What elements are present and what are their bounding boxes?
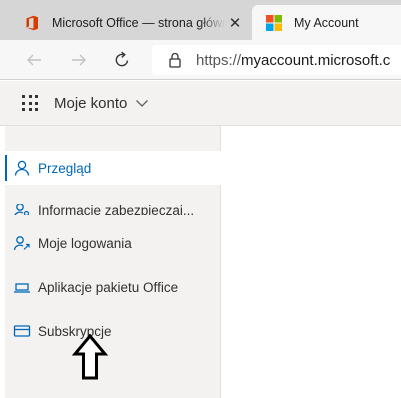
person-icon [13,159,31,177]
url-host: myaccount.microsoft.c [241,51,391,69]
sidebar-item-office-apps[interactable]: Aplikacje pakietu Office [5,270,221,304]
microsoft-logo-icon [266,14,282,31]
tab-my-account[interactable]: My Account [252,5,401,40]
annotation-arrow-icon [70,333,110,381]
back-arrow-icon[interactable] [22,48,46,72]
app-launcher-icon[interactable] [22,95,38,111]
sidebar-item-security-clip: Informacje zabezpieczaj... [5,204,221,215]
person-sign-in-icon [13,234,31,252]
sidebar-item-my-sign-ins[interactable]: Moje logowania [5,226,221,260]
tab-microsoft-office[interactable]: Microsoft Office — strona główna ✕ [10,5,249,40]
sidebar-item-label: Przegląd [38,160,92,176]
refresh-icon[interactable] [110,48,134,72]
tab-close-icon[interactable]: ✕ [225,14,245,32]
browser-tab-strip: Microsoft Office — strona główna ✕ My Ac… [0,0,401,40]
tab-title: My Account [294,15,359,30]
app-title[interactable]: Moje konto [54,95,127,112]
forward-arrow-icon[interactable] [67,48,91,72]
person-key-icon [13,204,31,215]
browser-toolbar: https://myaccount.microsoft.c [0,40,401,80]
lock-icon [166,51,184,69]
tab-title: Microsoft Office — strona główna [52,15,225,30]
sidebar-item-security[interactable]: Informacje zabezpieczaj... [5,204,221,215]
sidebar-item-label: Informacje zabezpieczaj... [38,204,195,215]
sidebar-item-label: Aplikacje pakietu Office [38,279,179,295]
card-icon [13,322,31,340]
app-header: Moje konto [0,81,401,126]
office-logo-icon [24,15,40,31]
chevron-down-icon[interactable] [135,96,149,110]
url-text: https://myaccount.microsoft.c [196,52,390,69]
main-content [222,126,401,398]
address-bar[interactable]: https://myaccount.microsoft.c [152,45,401,75]
sidebar-item-label: Moje logowania [38,235,132,251]
sidebar-item-subscriptions[interactable]: Subskrypcje [5,314,221,348]
url-scheme: https:// [196,51,242,69]
laptop-icon [13,278,31,296]
sidebar-item-overview[interactable]: Przegląd [5,151,221,185]
sidebar-nav: Przegląd Informacje zabezpieczaj... Moje… [5,126,221,398]
